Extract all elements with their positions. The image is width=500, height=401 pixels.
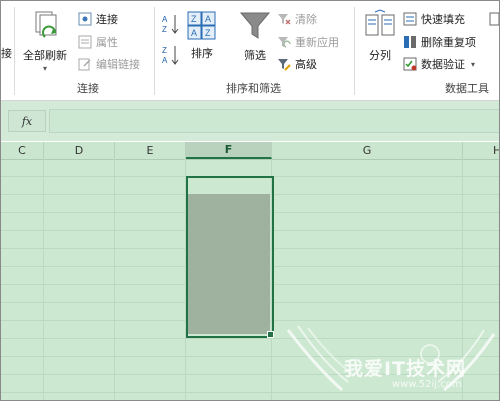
refresh-all-button[interactable]: 全部刷新 ▾ xyxy=(23,9,67,73)
selection-range-border[interactable] xyxy=(186,176,274,338)
svg-text:Z: Z xyxy=(162,46,167,55)
group-separator xyxy=(14,7,15,95)
column-header-row: C D E F G H xyxy=(1,142,499,160)
data-tools-group-label: 数据工具 xyxy=(445,82,489,95)
consolidate-icon xyxy=(489,12,499,26)
text-to-columns-icon xyxy=(363,9,397,43)
sort-descending-button[interactable]: ZA xyxy=(162,45,184,65)
column-header-f[interactable]: F xyxy=(186,142,272,159)
remove-duplicates-button[interactable]: 删除重复项 xyxy=(403,32,476,52)
clear-filter-label: 清除 xyxy=(295,13,317,26)
formula-bar: fx xyxy=(1,101,499,141)
insert-function-button[interactable]: fx xyxy=(8,110,46,132)
group-separator xyxy=(154,7,155,95)
sort-ascending-button[interactable]: AZ xyxy=(162,14,184,34)
column-label: E xyxy=(146,144,154,157)
gridline xyxy=(43,159,44,400)
reapply-label: 重新应用 xyxy=(295,36,339,49)
properties-button[interactable]: 属性 xyxy=(78,32,118,52)
filter-label: 筛选 xyxy=(244,49,266,62)
advanced-filter-label: 高级 xyxy=(295,58,317,71)
column-header-d[interactable]: D xyxy=(44,142,115,159)
connections-group-label: 连接 xyxy=(77,82,99,95)
group-separator xyxy=(354,7,355,95)
properties-icon xyxy=(78,35,92,49)
flash-fill-label: 快速填充 xyxy=(421,13,465,26)
ribbon: 接 全部刷新 ▾ 连接 属性 编辑链接 连接 A Z Z A Z A A Z 排… xyxy=(1,1,499,101)
edit-links-icon xyxy=(78,57,92,71)
data-validation-label: 数据验证 xyxy=(421,58,465,71)
fill-handle[interactable] xyxy=(267,331,274,338)
column-label: H xyxy=(493,144,499,157)
watermark-url: www.52ij.com xyxy=(392,379,462,390)
column-label: D xyxy=(74,144,84,157)
sort-label: 排序 xyxy=(191,47,213,60)
sort-ascending-icon: AZ xyxy=(162,13,180,35)
data-validation-button[interactable]: 数据验证 ▾ xyxy=(403,54,475,74)
flash-fill-button[interactable]: 快速填充 xyxy=(403,9,465,29)
edit-links-label: 编辑链接 xyxy=(96,58,140,71)
sort-descending-icon: ZA xyxy=(162,44,180,66)
column-header-e[interactable]: E xyxy=(115,142,186,159)
site-watermark: 我爱IT技术网 www.52ij.com xyxy=(284,324,499,400)
svg-text:Z: Z xyxy=(162,25,167,34)
svg-text:A: A xyxy=(162,15,168,24)
advanced-filter-icon xyxy=(277,57,291,71)
svg-text:Z: Z xyxy=(191,14,197,24)
connections-icon xyxy=(78,12,92,26)
refresh-all-label: 全部刷新 xyxy=(23,49,67,62)
edit-links-button[interactable]: 编辑链接 xyxy=(78,54,140,74)
remove-duplicates-label: 删除重复项 xyxy=(421,36,476,49)
column-header-h[interactable]: H xyxy=(463,142,499,159)
chevron-down-icon: ▾ xyxy=(42,64,47,73)
formula-input[interactable] xyxy=(49,109,499,133)
clear-filter-icon xyxy=(277,12,291,26)
gridline xyxy=(114,159,115,400)
advanced-filter-button[interactable]: 高级 xyxy=(277,54,317,74)
svg-text:A: A xyxy=(205,14,211,24)
properties-label: 属性 xyxy=(96,36,118,49)
text-to-columns-label: 分列 xyxy=(369,49,391,62)
filter-icon xyxy=(238,9,272,43)
remove-duplicates-icon xyxy=(403,35,417,49)
sort-filter-group-label: 排序和筛选 xyxy=(226,82,281,95)
text-to-columns-button[interactable]: 分列 xyxy=(363,9,397,63)
flash-fill-icon xyxy=(403,12,417,26)
column-label: C xyxy=(18,144,26,157)
column-label: F xyxy=(224,143,233,156)
excel-window: 接 全部刷新 ▾ 连接 属性 编辑链接 连接 A Z Z A Z A A Z 排… xyxy=(0,0,500,401)
sort-dialog-icon: Z A A Z xyxy=(187,11,217,41)
watermark-text: 我爱IT技术网 xyxy=(344,358,467,380)
sort-button[interactable]: Z A A Z 排序 xyxy=(187,11,217,61)
column-label: G xyxy=(362,144,372,157)
clear-filter-button[interactable]: 清除 xyxy=(277,9,317,29)
column-header-g[interactable]: G xyxy=(272,142,463,159)
refresh-icon xyxy=(28,9,62,43)
filter-button[interactable]: 筛选 xyxy=(238,9,272,63)
svg-text:A: A xyxy=(162,56,168,65)
chevron-down-icon: ▾ xyxy=(471,59,476,69)
column-header-c[interactable]: C xyxy=(1,142,44,159)
reapply-button[interactable]: 重新应用 xyxy=(277,32,339,52)
partial-ribbon-label: 接 xyxy=(1,47,12,60)
reapply-icon xyxy=(277,35,291,49)
fx-label: fx xyxy=(21,114,33,128)
svg-text:Z: Z xyxy=(205,28,211,38)
data-validation-icon xyxy=(403,57,417,71)
connections-label: 连接 xyxy=(96,13,118,26)
partial-ribbon-icon xyxy=(489,9,499,29)
svg-text:A: A xyxy=(191,28,197,38)
connections-button[interactable]: 连接 xyxy=(78,9,118,29)
